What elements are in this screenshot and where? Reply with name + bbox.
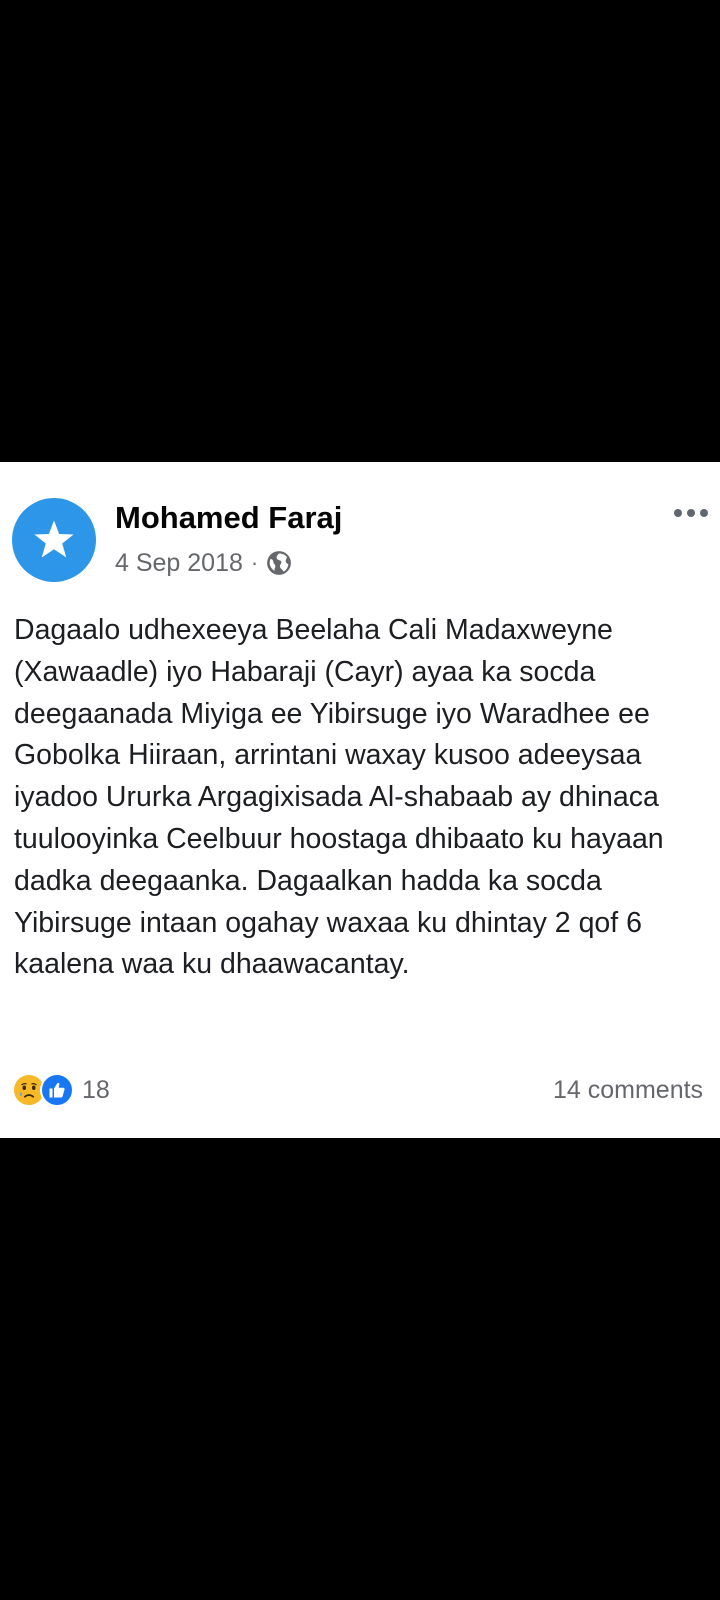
like-reaction-icon [40, 1073, 74, 1107]
star-icon [34, 520, 74, 558]
post-meta: 4 Sep 2018 · [115, 546, 292, 580]
post-card: Mohamed Faraj 4 Sep 2018 · Dagaalo udhex… [0, 462, 720, 1138]
screen: Mohamed Faraj 4 Sep 2018 · Dagaalo udhex… [0, 0, 720, 1600]
comments-count-link[interactable]: 14 comments [553, 1072, 703, 1108]
more-dot [674, 509, 682, 517]
reactions-summary[interactable]: 18 [12, 1072, 110, 1108]
author-name[interactable]: Mohamed Faraj [115, 498, 342, 538]
reaction-count: 18 [82, 1075, 110, 1104]
more-options-button[interactable] [666, 498, 716, 528]
post-date[interactable]: 4 Sep 2018 [115, 549, 243, 578]
more-dot [687, 509, 695, 517]
post-text: Dagaalo udhexeeya Beelaha Cali Madaxweyn… [14, 614, 664, 981]
avatar[interactable] [12, 498, 96, 582]
more-dot [700, 509, 708, 517]
meta-separator: · [250, 550, 259, 575]
globe-icon [267, 551, 292, 575]
